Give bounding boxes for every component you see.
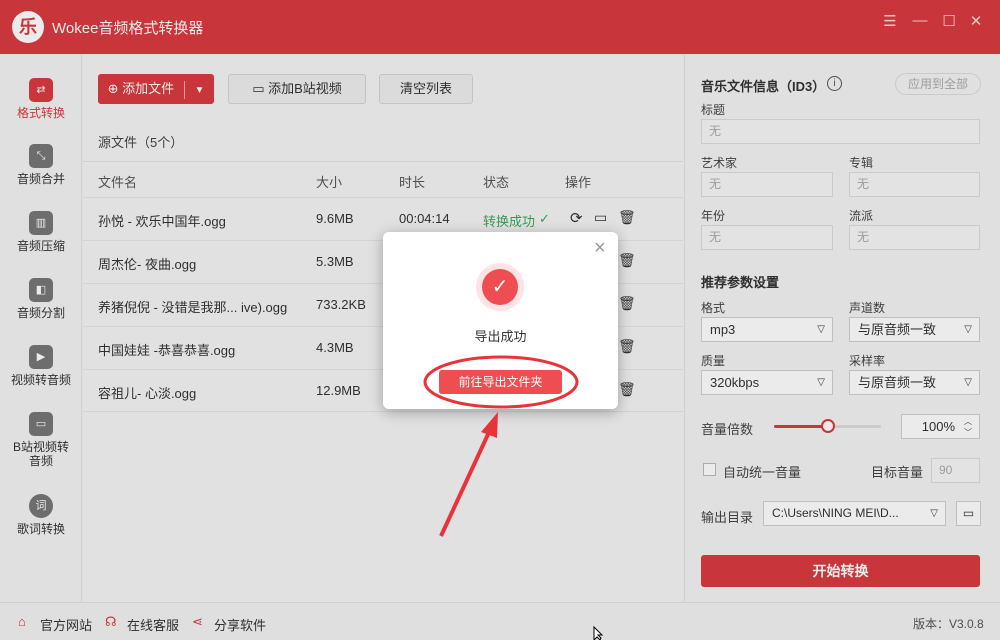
annotation-arrowhead <box>481 412 498 438</box>
annotation-overlay <box>423 355 604 640</box>
annotation-arrow <box>439 429 492 537</box>
mouse-cursor-icon <box>593 625 604 640</box>
annotation-circle <box>423 355 579 409</box>
